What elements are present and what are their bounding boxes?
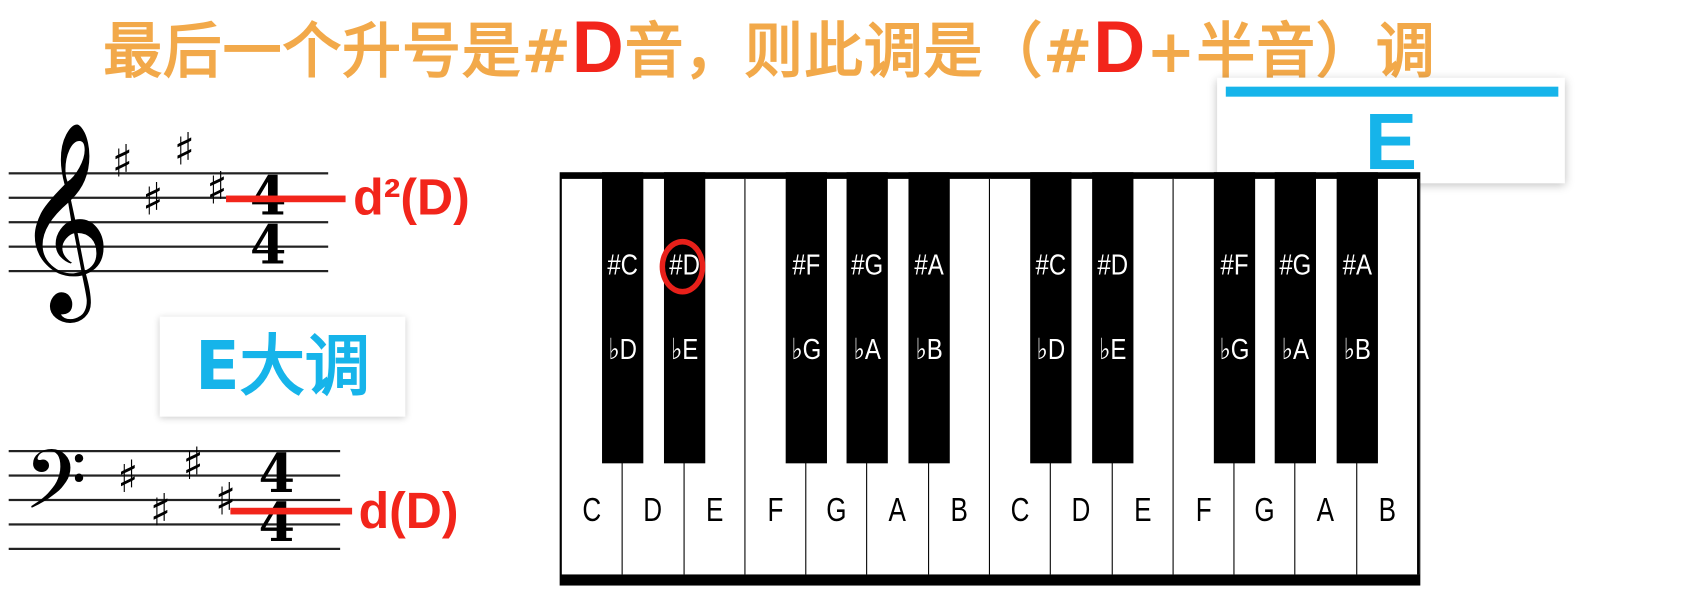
black-key-flat-label: ♭G [791,332,822,366]
black-key-flat-label: ♭G [1219,332,1250,366]
black-key-flat-label: ♭B [915,332,943,366]
black-key-sharp-label: #C [1035,247,1067,282]
black-key[interactable]: #A ♭B [908,172,950,464]
sharp-icon: ♯ [111,136,133,188]
sharp-icon: ♯ [142,174,164,226]
bass-clef-icon: 𝄢 [23,432,87,549]
black-key-sharp-label: #A [914,247,944,282]
black-key-flat-label: ♭E [670,332,698,366]
black-key[interactable]: #G ♭A [846,172,889,464]
sharp-icon: ♯ [149,485,172,537]
black-key-sharp-label: #G [851,247,884,282]
highlight-circle [659,238,705,295]
treble-clef-icon: 𝄞 [15,121,112,315]
black-key-flat-label: ♭A [1282,332,1310,366]
answer-box: E [1217,77,1565,184]
black-key[interactable]: #D ♭E [1091,172,1133,464]
white-key-label: G [826,492,847,529]
black-key[interactable]: #C ♭D [1030,172,1072,464]
d-line-marker [230,507,353,515]
white-key-label: D [643,492,663,529]
white-key-label: F [767,492,784,529]
bass-note-label: d(D) [358,481,459,539]
sharp-icon: ♯ [117,452,139,504]
time-signature-bottom: 4 [258,492,295,555]
white-key-label: D [1071,492,1091,529]
title-text-1: 最后一个升号是# [103,16,572,87]
black-key[interactable]: #G ♭A [1275,172,1317,464]
sharp-icon: ♯ [173,124,195,176]
white-key-label: E [1133,492,1152,529]
white-key-label: C [1010,492,1030,529]
black-key[interactable]: #D ♭E [659,172,705,464]
black-key-sharp-label: #A [1342,247,1372,282]
white-key-label: E [705,492,723,529]
time-signature-bottom: 4 [249,214,287,277]
treble-note-label: d²(D) [353,167,470,226]
key-label: E大调 [195,327,371,406]
black-key-flat-label: ♭E [1098,332,1126,366]
white-key-label: F [1195,492,1212,529]
black-key[interactable]: #C ♭D [602,172,644,464]
black-key-sharp-label: #F [792,247,821,282]
sharp-icon: ♯ [182,438,204,490]
black-key-flat-label: ♭B [1343,332,1371,366]
sharp-icon: ♯ [215,474,237,526]
key-label-box: E大调 [159,316,406,417]
black-key-flat-label: ♭D [608,332,638,366]
title-text-3: +半音）调 [1146,16,1436,87]
white-key-label: B [950,492,968,529]
black-key-sharp-label: #F [1220,247,1249,282]
black-key-sharp-label: #D [1096,247,1128,282]
title-note-2: D [1093,5,1147,88]
black-key[interactable]: #A ♭B [1336,172,1378,464]
title-text-2: 音，则此调是（# [624,16,1094,87]
slide: 最后一个升号是#D音，则此调是（#D+半音）调 E 𝄞 ♯ ♯ ♯ ♯ 4 4 … [0,0,1704,600]
white-key-label: G [1254,492,1275,529]
black-key-sharp-label: #C [607,247,639,282]
black-key-sharp-label: #G [1279,247,1312,282]
white-key-label: A [1317,492,1335,529]
black-key-flat-label: ♭D [1036,332,1066,366]
d-line-marker [226,195,346,203]
sharp-icon: ♯ [206,163,228,215]
white-key-label: A [888,492,907,529]
black-key[interactable]: #F ♭G [1213,172,1256,464]
white-key-label: B [1378,492,1396,529]
piano-keyboard: C D E F G A B C D E F G A B #C ♭D #D ♭E #F ♭G #G ♭A #A ♭B #C ♭D #D… [559,172,1421,586]
white-key-label: C [582,492,602,529]
black-key[interactable]: #F ♭G [785,172,828,464]
black-key-flat-label: ♭A [853,332,882,366]
title-note-1: D [571,5,625,88]
answer-underline [1225,86,1559,97]
